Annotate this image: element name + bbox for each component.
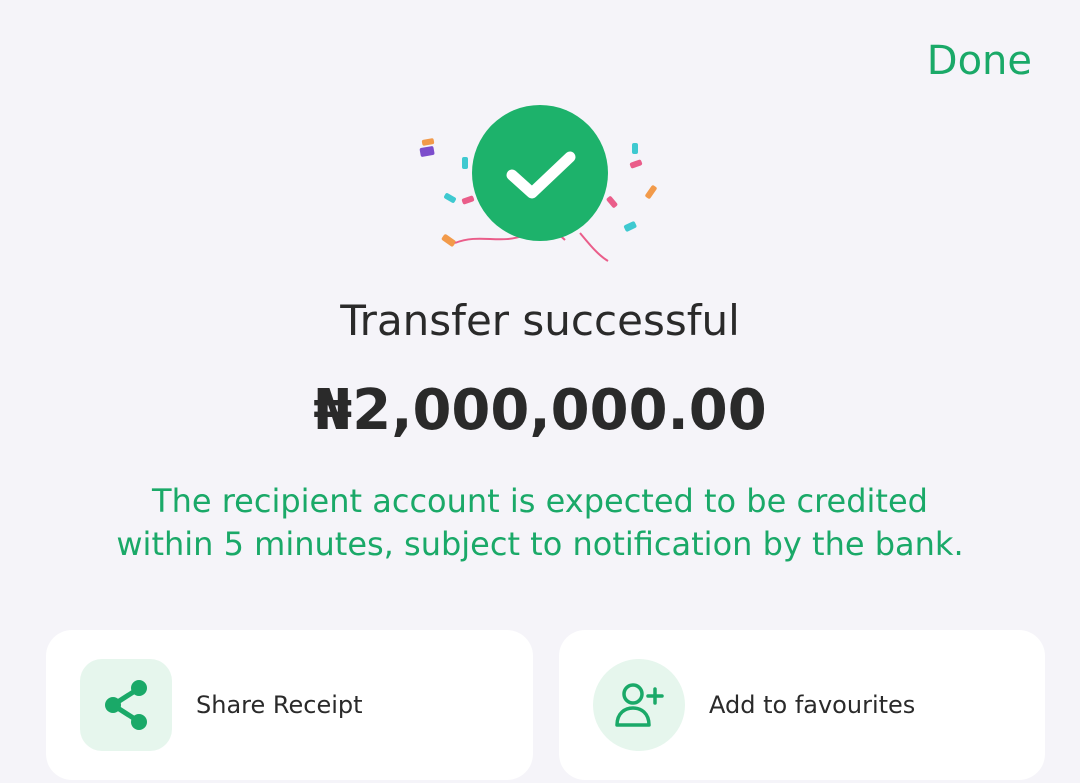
success-illustration — [400, 95, 680, 275]
done-button[interactable]: Done — [927, 38, 1032, 84]
transfer-success-screen: Done Transfer successful ₦2,000,000.00 T… — [0, 0, 1080, 783]
add-to-favourites-label: Add to favourites — [709, 691, 916, 719]
success-check-badge — [472, 105, 608, 241]
share-icon — [105, 680, 147, 730]
share-receipt-label: Share Receipt — [196, 691, 363, 719]
transfer-amount: ₦2,000,000.00 — [313, 378, 767, 443]
share-receipt-button[interactable]: Share Receipt — [46, 630, 533, 780]
add-user-icon-container — [593, 659, 685, 751]
add-to-favourites-button[interactable]: Add to favourites — [559, 630, 1045, 780]
status-note: The recipient account is expected to be … — [116, 482, 964, 563]
share-icon-container — [80, 659, 172, 751]
checkmark-icon — [506, 151, 576, 199]
add-user-icon — [615, 683, 664, 727]
status-title: Transfer successful — [340, 296, 740, 345]
